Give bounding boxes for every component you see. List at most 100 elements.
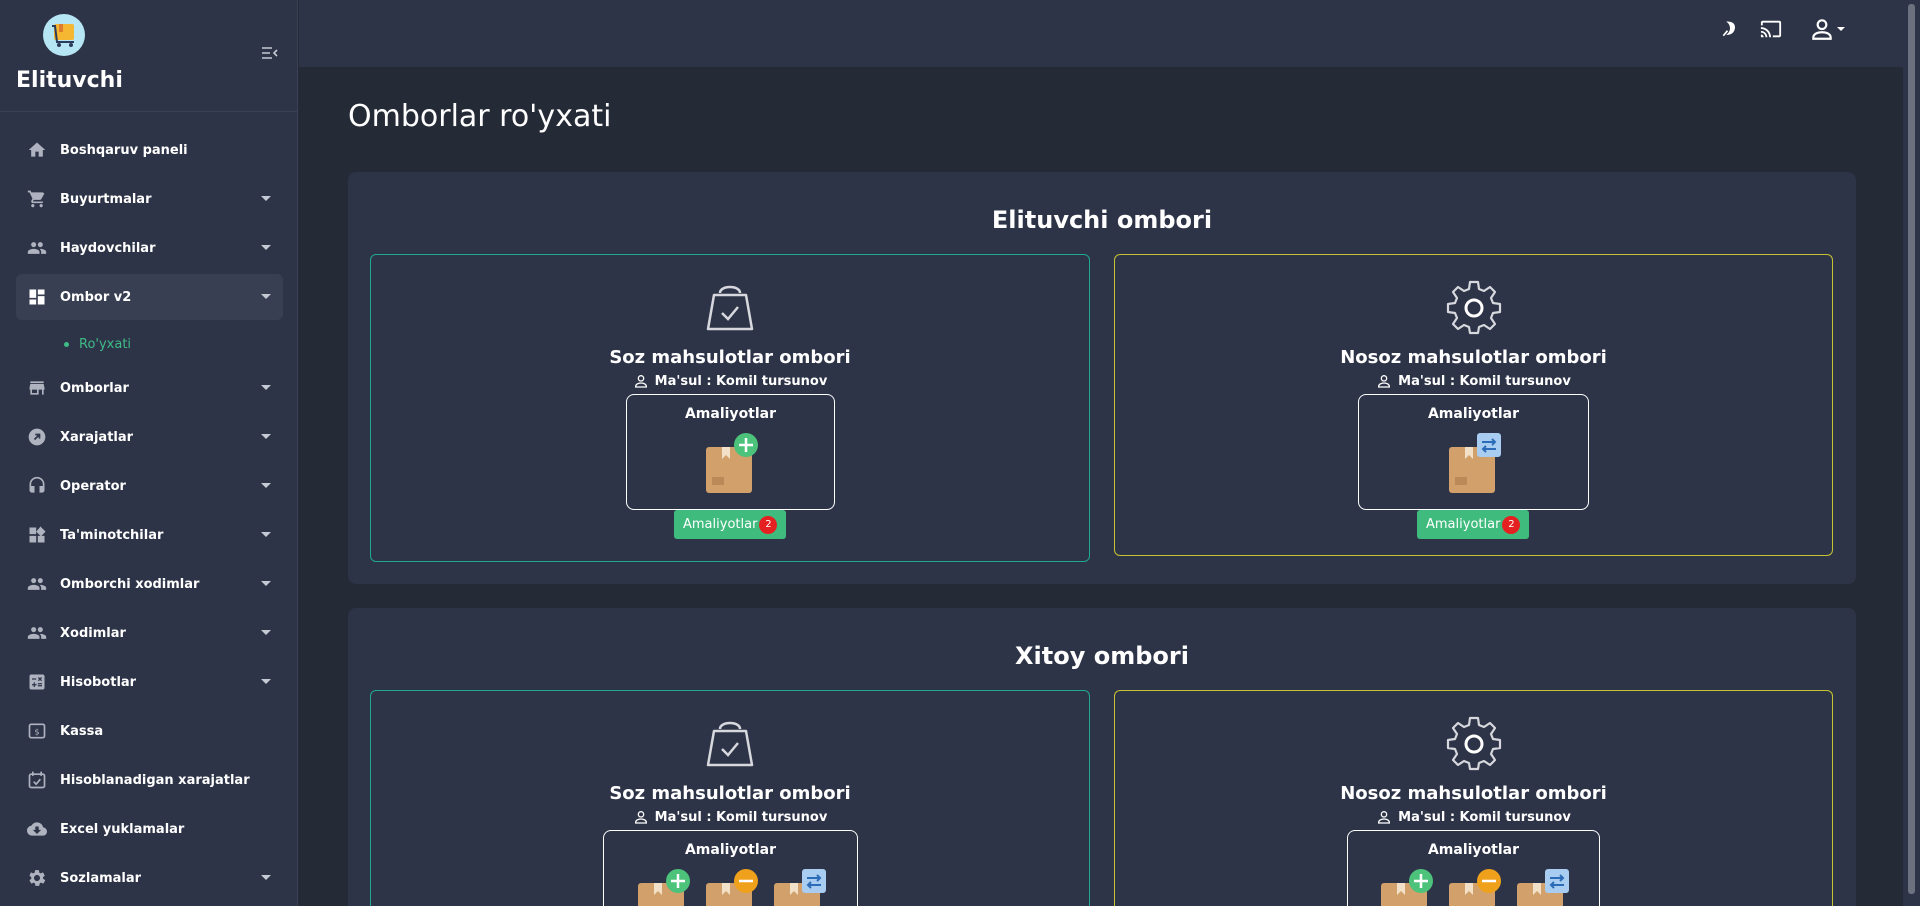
- sidebar-item-boshqaruv-paneli[interactable]: Boshqaruv paneli: [16, 127, 283, 173]
- bullet-icon: [64, 341, 69, 347]
- sidebar-item-taminotchilar[interactable]: Ta'minotchilar: [16, 512, 283, 558]
- cast-icon[interactable]: [1758, 16, 1784, 42]
- chevron-down-icon: [1837, 27, 1845, 31]
- person-icon: [1378, 375, 1391, 388]
- chevron-down-icon: [261, 245, 271, 250]
- sidebar-item-label: Kassa: [60, 723, 104, 739]
- people-icon: [26, 622, 48, 644]
- sidebar-item-omborchi-xodimlar[interactable]: Omborchi xodimlar: [16, 561, 283, 607]
- gear-icon: [1446, 716, 1501, 771]
- arrow-circle-icon: [26, 426, 48, 448]
- sidebar-item-buyurtmalar[interactable]: Buyurtmalar: [16, 176, 283, 222]
- operations-icons: [627, 433, 834, 495]
- sidebar: Elituvchi Boshqaruv paneli Buyurtmalar H…: [0, 0, 298, 906]
- warehouse-card-good[interactable]: Soz mahsulotlar ombori Ma'sul : Komil tu…: [370, 690, 1090, 906]
- sidebar-item-hisobotlar[interactable]: Hisobotlar: [16, 659, 283, 705]
- person-icon: [634, 375, 647, 388]
- box-remove-icon[interactable]: [702, 869, 760, 906]
- chevron-down-icon: [261, 581, 271, 586]
- card-owner: Ma'sul : Komil tursunov: [371, 809, 1089, 825]
- home-icon: [26, 139, 48, 161]
- operations-button[interactable]: Amaliyotlar 2: [1417, 510, 1529, 539]
- card-owner: Ma'sul : Komil tursunov: [371, 373, 1089, 389]
- box-add-icon[interactable]: [1377, 869, 1435, 906]
- chevron-down-icon: [261, 875, 271, 880]
- box-transfer-icon[interactable]: [1445, 433, 1503, 495]
- brand: Elituvchi: [0, 0, 297, 112]
- chevron-down-icon: [261, 483, 271, 488]
- operations-button[interactable]: Amaliyotlar 2: [674, 510, 786, 539]
- chevron-down-icon: [261, 294, 271, 299]
- operations-box: Amaliyotlar: [603, 830, 858, 906]
- sidebar-item-hisoblanadigan-xarajatlar[interactable]: Hisoblanadigan xarajatlar: [16, 757, 283, 803]
- store-icon: [26, 377, 48, 399]
- sidebar-item-xarajatlar[interactable]: Xarajatlar: [16, 414, 283, 460]
- sidebar-item-label: Xodimlar: [60, 625, 126, 641]
- gear-icon: [26, 867, 48, 889]
- notification-badge: 2: [1502, 515, 1521, 534]
- gear-icon: [1446, 280, 1501, 335]
- sidebar-item-excel-yuklamalar[interactable]: Excel yuklamalar: [16, 806, 283, 852]
- sidebar-item-haydovchilar[interactable]: Haydovchilar: [16, 225, 283, 271]
- operations-title: Amaliyotlar: [1427, 842, 1520, 858]
- section-title: Elituvchi ombori: [991, 206, 1213, 234]
- chevron-down-icon: [261, 630, 271, 635]
- warehouse-section: Xitoy ombori Soz mahsulotlar ombori Ma's…: [348, 608, 1856, 906]
- svg-text:$: $: [34, 726, 39, 736]
- cash-icon: $: [26, 720, 48, 742]
- operations-icons: [604, 869, 857, 906]
- dark-mode-icon[interactable]: [1717, 16, 1743, 42]
- user-menu-icon[interactable]: [1807, 16, 1847, 42]
- sidebar-item-sozlamalar[interactable]: Sozlamalar: [16, 855, 283, 901]
- operations-button-label: Amaliyotlar: [1426, 517, 1501, 532]
- sidebar-item-label: Hisobotlar: [60, 674, 137, 690]
- chevron-down-icon: [261, 679, 271, 684]
- warehouse-card-good[interactable]: Soz mahsulotlar ombori Ma'sul : Komil tu…: [370, 254, 1090, 562]
- box-remove-icon[interactable]: [1445, 869, 1503, 906]
- chevron-down-icon: [261, 385, 271, 390]
- operations-title: Amaliyotlar: [1427, 406, 1520, 422]
- card-owner: Ma'sul : Komil tursunov: [1115, 809, 1832, 825]
- card-title: Nosoz mahsulotlar ombori: [1340, 783, 1607, 804]
- operations-icons: [1359, 433, 1588, 495]
- sidebar-item-label: Boshqaruv paneli: [60, 142, 188, 158]
- box-add-icon[interactable]: [702, 433, 760, 495]
- sidebar-item-ombor-v2[interactable]: Ombor v2: [16, 274, 283, 320]
- chevron-down-icon: [261, 196, 271, 201]
- scrollbar[interactable]: [1903, 0, 1920, 906]
- sidebar-item-kassa[interactable]: $ Kassa: [16, 708, 283, 754]
- operations-icons: [1348, 869, 1599, 906]
- scrollbar-thumb[interactable]: [1908, 4, 1915, 894]
- box-transfer-icon[interactable]: [1513, 869, 1571, 906]
- warehouse-section: Elituvchi ombori Soz mahsulotlar ombori …: [348, 172, 1856, 584]
- top-header: [299, 0, 1903, 67]
- box-transfer-icon[interactable]: [770, 869, 828, 906]
- shopping-bag-check-icon: [706, 721, 754, 767]
- menu-collapse-icon[interactable]: [261, 45, 279, 59]
- people-icon: [26, 573, 48, 595]
- warehouse-card-defective[interactable]: Nosoz mahsulotlar ombori Ma'sul : Komil …: [1114, 690, 1833, 906]
- sidebar-item-label: Omborlar: [60, 380, 129, 396]
- operations-box: Amaliyotlar: [1347, 830, 1600, 906]
- person-icon: [1378, 811, 1391, 824]
- sidebar-item-xodimlar[interactable]: Xodimlar: [16, 610, 283, 656]
- owner-label: Ma'sul : Komil tursunov: [1398, 373, 1571, 389]
- section-title: Xitoy ombori: [1015, 642, 1189, 670]
- warehouse-card-defective[interactable]: Nosoz mahsulotlar ombori Ma'sul : Komil …: [1114, 254, 1833, 556]
- owner-label: Ma'sul : Komil tursunov: [654, 373, 828, 389]
- sidebar-item-label: Hisoblanadigan xarajatlar: [60, 772, 250, 788]
- operations-box: Amaliyotlar: [626, 394, 835, 510]
- sidebar-item-label: Ta'minotchilar: [60, 527, 164, 543]
- sidebar-subitem-royxati[interactable]: Ro'yxati: [16, 323, 283, 365]
- person-icon: [634, 811, 647, 824]
- sidebar-item-omborlar[interactable]: Omborlar: [16, 365, 283, 411]
- sidebar-item-label: Operator: [60, 478, 126, 494]
- box-add-icon[interactable]: [634, 869, 692, 906]
- calendar-icon: [26, 769, 48, 791]
- sidebar-item-operator[interactable]: Operator: [16, 463, 283, 509]
- sidebar-item-label: Haydovchilar: [60, 240, 156, 256]
- card-title: Soz mahsulotlar ombori: [609, 783, 851, 804]
- chevron-down-icon: [261, 434, 271, 439]
- sidebar-subitem-label: Ro'yxati: [79, 336, 132, 352]
- page-title: Omborlar ro'yxati: [348, 99, 612, 134]
